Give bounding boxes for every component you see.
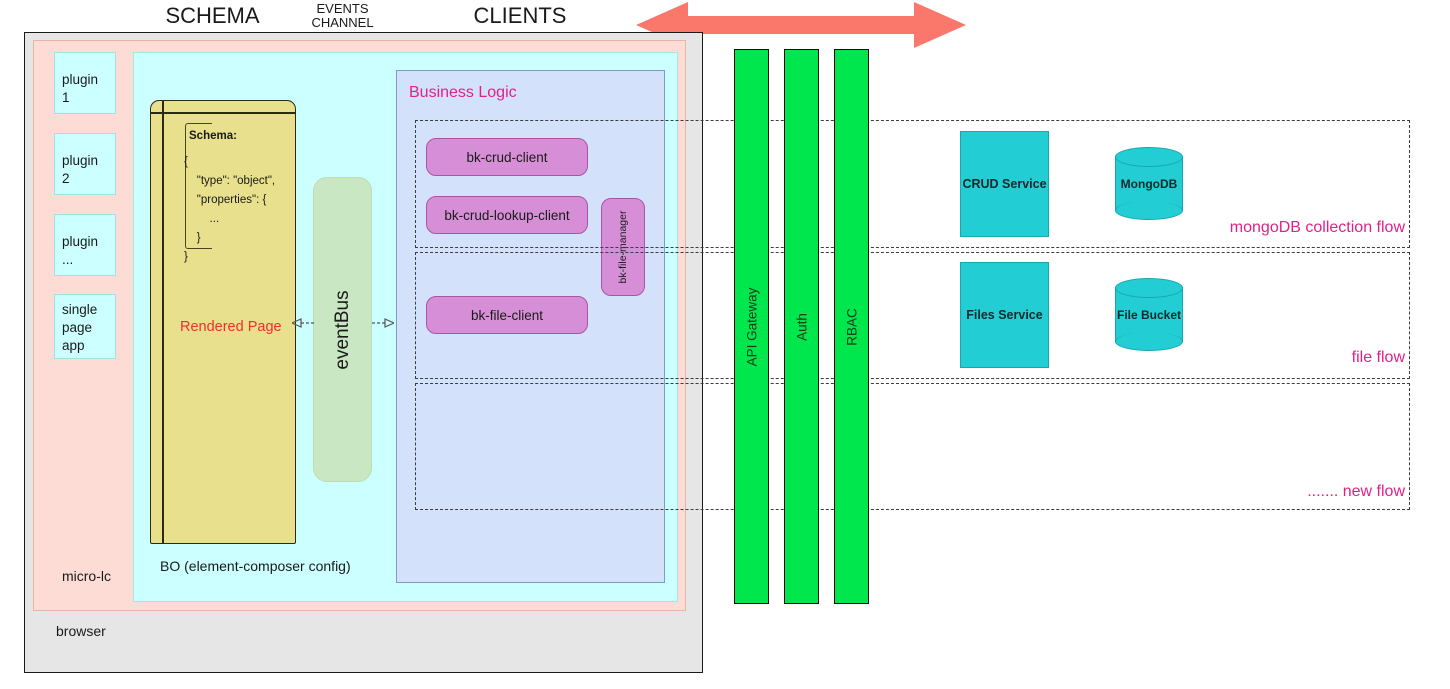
heading-schema: SCHEMA [165, 3, 260, 28]
client-pill-bk-file-client-label: bk-file-client [470, 307, 544, 323]
client-pill-bk-crud-lookup-client-label: bk-crud-lookup-client [444, 207, 570, 223]
service-box-files-service[interactable]: Files Service [960, 262, 1049, 368]
database-cylinder-file-bucket[interactable]: File Bucket [1115, 278, 1183, 351]
bo-caption: BO (element-composer config) [160, 558, 351, 574]
cylinder-bottom [1115, 201, 1183, 220]
client-pill-bk-crud-lookup-client[interactable]: bk-crud-lookup-client [426, 196, 588, 234]
plugin-card-3-label: plugin ... [62, 234, 99, 267]
heading-events-line1: EVENTS [316, 1, 369, 16]
cylinder-top [1115, 278, 1183, 298]
heading-events-channel: EVENTS CHANNEL [290, 2, 395, 30]
heading-events-line2: CHANNEL [311, 15, 374, 30]
schema-body: { "type": "object", "properties": { ... … [184, 156, 276, 263]
flow-label-new-flow: ....... new flow [1307, 483, 1405, 500]
service-box-files-service-label: Files Service [966, 308, 1043, 322]
gateway-bar-api-gateway-label: API Gateway [744, 287, 759, 366]
schema-heading: Schema: [189, 130, 237, 142]
heading-clients: CLIENTS [473, 3, 567, 28]
eventbus-label: eventBus [331, 289, 353, 370]
gateway-bar-rbac: RBAC [834, 49, 869, 604]
flow-label-mongodb-collection-flow: mongoDB collection flow [1229, 219, 1405, 236]
plugin-card-3[interactable]: plugin ... [54, 214, 116, 276]
business-logic-title: Business Logic [409, 84, 517, 101]
cylinder-top [1115, 147, 1183, 167]
plugin-card-2-label: plugin 2 [62, 153, 99, 186]
plugin-card-single-page-app[interactable]: single page app [54, 294, 116, 359]
flow-label-file-flow: file flow [1351, 349, 1405, 366]
plugin-card-single-page-app-label: single page app [62, 302, 98, 353]
service-box-crud-service[interactable]: CRUD Service [960, 131, 1049, 237]
gateway-bar-auth-label: Auth [794, 312, 809, 341]
service-box-crud-service-label: CRUD Service [962, 177, 1047, 191]
client-pill-bk-crud-client-label: bk-crud-client [466, 149, 548, 165]
gateway-bar-auth: Auth [784, 49, 819, 604]
architecture-diagram: SCHEMA EVENTS CHANNEL CLIENTS browser mi… [0, 0, 1450, 689]
plugin-card-1[interactable]: plugin 1 [54, 52, 116, 114]
database-cylinder-file-bucket-label: File Bucket [1116, 307, 1182, 322]
eventbus-arrow-left-icon [292, 318, 314, 328]
schema-card: Schema: { "type": "object", "properties"… [150, 100, 296, 544]
plugin-card-2[interactable]: plugin 2 [54, 133, 116, 195]
gateway-bar-rbac-label: RBAC [844, 307, 859, 346]
client-pill-bk-file-client[interactable]: bk-file-client [426, 296, 588, 334]
plugin-card-1-label: plugin 1 [62, 72, 99, 105]
database-cylinder-mongodb[interactable]: MongoDB [1115, 147, 1183, 220]
client-pill-bk-file-manager-label: bk-file-manager [617, 210, 629, 284]
cylinder-bottom [1115, 332, 1183, 351]
browser-label: browser [56, 623, 106, 639]
gateway-bar-api-gateway: API Gateway [734, 49, 769, 604]
client-pill-bk-file-manager[interactable]: bk-file-manager [601, 198, 645, 296]
schema-card-spine [162, 101, 164, 543]
eventbus-box: eventBus [313, 177, 372, 482]
schema-card-divider [151, 112, 295, 114]
database-cylinder-mongodb-label: MongoDB [1120, 176, 1178, 191]
rendered-page-label: Rendered Page [180, 319, 282, 335]
eventbus-arrow-right-icon [372, 318, 394, 328]
microlc-label: micro-lc [62, 568, 111, 584]
client-pill-bk-crud-client[interactable]: bk-crud-client [426, 138, 588, 176]
